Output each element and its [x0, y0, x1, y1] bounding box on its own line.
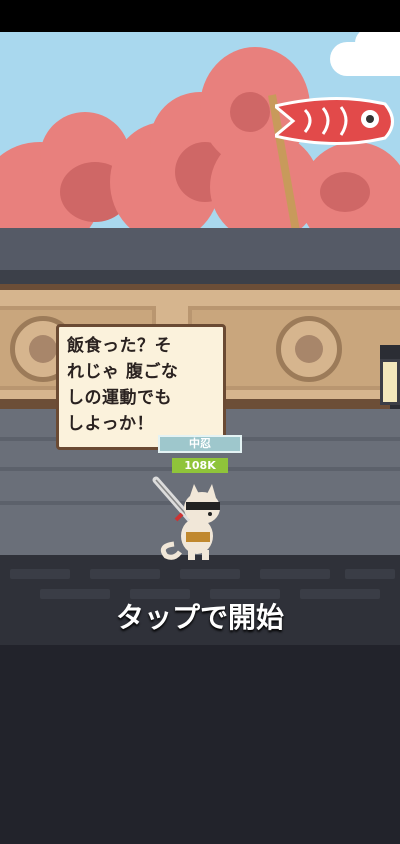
rank-badge: 中忍	[158, 435, 242, 453]
ninja-cat-character[interactable]	[152, 474, 232, 562]
power-badge: 108K	[172, 458, 228, 473]
koinobori-flag	[275, 96, 394, 146]
roof-edge	[0, 270, 400, 284]
tap-to-start-text[interactable]: タップで開始	[0, 596, 400, 636]
wall-crest-icon	[276, 316, 342, 382]
speech-text: 飯食った？そ れじゃ 腹ごな しの運動でも しよっか！	[67, 336, 179, 434]
speech-bubble: 飯食った？そ れじゃ 腹ごな しの運動でも しよっか！	[56, 324, 226, 450]
status-bar	[0, 0, 400, 32]
game-screen[interactable]: 飯食った？そ れじゃ 腹ごな しの運動でも しよっか！ 中忍 108K タップで…	[0, 0, 400, 844]
bottom-area	[0, 645, 400, 844]
